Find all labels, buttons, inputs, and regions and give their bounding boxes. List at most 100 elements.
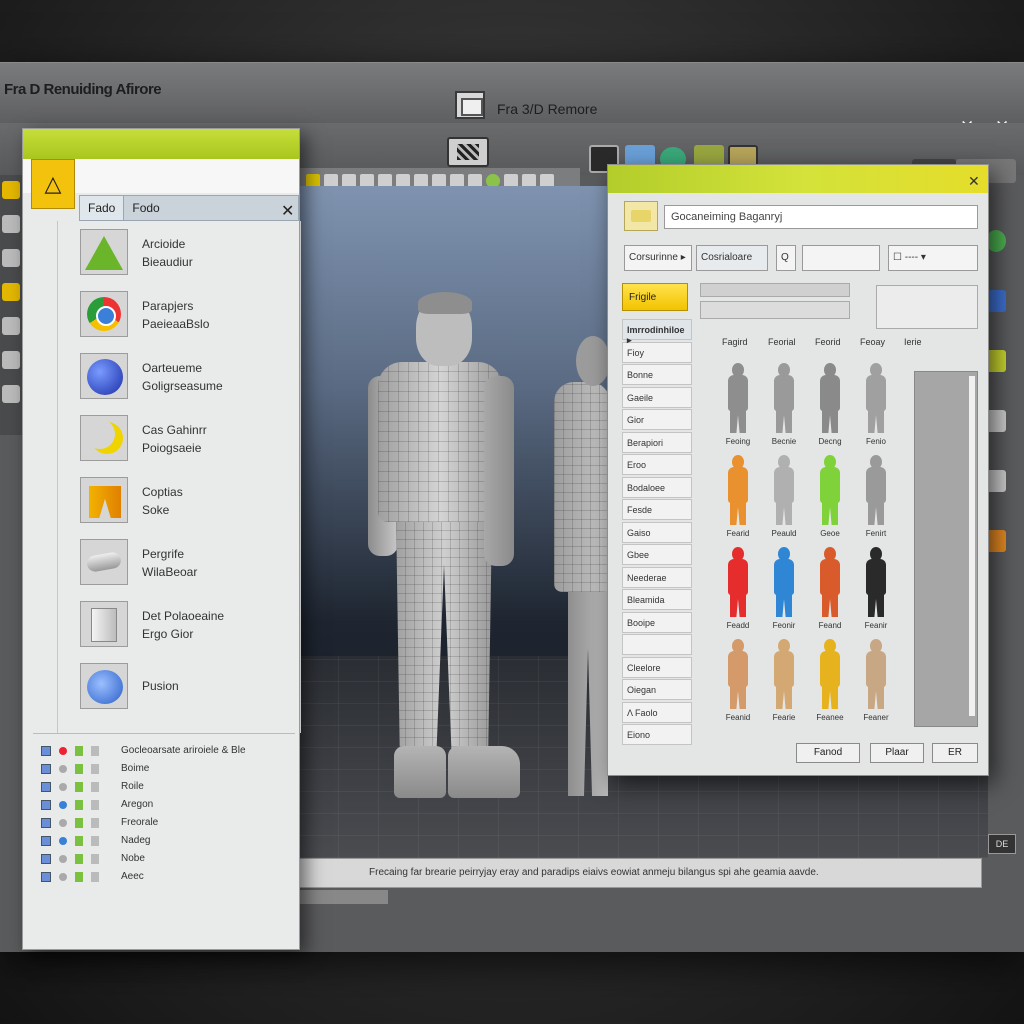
category-item[interactable] <box>622 634 692 655</box>
render-button[interactable] <box>447 137 489 167</box>
close-icon[interactable]: ✕ <box>281 201 294 221</box>
list-item[interactable]: Pergrife WilaBeoar <box>80 539 300 589</box>
category-item[interactable]: Neederae <box>622 566 692 588</box>
category-item[interactable]: Fesde <box>622 499 692 520</box>
globe-icon[interactable] <box>986 230 1006 252</box>
corner-button[interactable]: DE <box>988 834 1016 854</box>
scene-row[interactable]: Boime <box>37 761 299 779</box>
camera-icon[interactable] <box>2 317 20 335</box>
scene-row[interactable]: Nadeg <box>37 833 299 851</box>
character-thumbnail[interactable]: Geoe <box>810 455 850 543</box>
character-thumbnail[interactable]: Feaner <box>856 639 896 727</box>
character-thumbnail[interactable]: Feadd <box>718 547 758 635</box>
list-item[interactable]: Oarteueme Goligrseasume <box>80 353 300 403</box>
effect-icon[interactable] <box>986 530 1006 552</box>
lock-icon[interactable] <box>91 836 99 846</box>
category-item[interactable]: Berapiori <box>622 431 692 453</box>
visibility-icon[interactable] <box>75 818 83 828</box>
mesh-tool-icon[interactable] <box>2 351 20 369</box>
name-field[interactable] <box>700 283 850 297</box>
scene-row[interactable]: Gocleoarsate ariroiele & Ble <box>37 743 299 761</box>
tab-fado[interactable]: Fado <box>80 196 125 220</box>
scene-row[interactable]: Aregon <box>37 797 299 815</box>
dialog-title-bar[interactable] <box>608 165 988 193</box>
category-item[interactable]: Gbee <box>622 544 692 565</box>
graph-icon[interactable] <box>986 350 1006 372</box>
search-input[interactable] <box>664 205 978 229</box>
move-tool-icon[interactable] <box>2 181 20 199</box>
category-item[interactable]: Gior <box>622 409 692 430</box>
visibility-icon[interactable] <box>75 782 83 792</box>
panel-title-bar[interactable] <box>23 129 299 159</box>
visibility-icon[interactable] <box>75 854 83 864</box>
character-thumbnail[interactable]: Decng <box>810 363 850 451</box>
tag-field[interactable] <box>700 301 850 319</box>
category-item[interactable]: Oiegan <box>622 679 692 700</box>
character-thumbnail[interactable]: Becnie <box>764 363 804 451</box>
category-item[interactable]: Eiono <box>622 724 692 745</box>
lock-icon[interactable] <box>91 872 99 882</box>
landscape-icon[interactable] <box>986 290 1006 312</box>
list-item[interactable]: Cas Gahinrr Poiogsaeie <box>80 415 300 465</box>
timeline-strip[interactable] <box>298 890 388 904</box>
rotate-tool-icon[interactable] <box>2 215 20 233</box>
category-item[interactable]: Bleamida <box>622 589 692 610</box>
character-thumbnail[interactable]: Feonir <box>764 547 804 635</box>
list-item[interactable]: Arcioide Bieaudiur <box>80 229 300 279</box>
load-button[interactable]: Fanod <box>796 743 860 763</box>
visibility-icon[interactable] <box>75 836 83 846</box>
visibility-icon[interactable] <box>75 872 83 882</box>
character-thumbnail[interactable]: Feand <box>810 547 850 635</box>
lock-icon[interactable] <box>91 818 99 828</box>
lock-icon[interactable] <box>91 746 99 756</box>
scale-tool-icon[interactable] <box>2 249 20 267</box>
lock-icon[interactable] <box>91 782 99 792</box>
filter-dropdown[interactable]: ☐ ---- ▾ <box>888 245 978 271</box>
category-dropdown[interactable]: Corsurinne ▸ <box>624 245 692 271</box>
category-item[interactable]: Booipe <box>622 611 692 633</box>
character-thumbnail[interactable]: Feoing <box>718 363 758 451</box>
sort-dropdown[interactable]: Cosrialoare <box>696 245 768 271</box>
scene-row[interactable]: Nobe <box>37 851 299 869</box>
scene-row[interactable]: Roile <box>37 779 299 797</box>
scene-row[interactable]: Aeec <box>37 869 299 887</box>
lock-icon[interactable] <box>91 764 99 774</box>
category-item[interactable]: Gaeile <box>622 386 692 408</box>
cylinder-icon[interactable] <box>986 410 1006 432</box>
character-thumbnail[interactable]: Fenio <box>856 363 896 451</box>
character-thumbnail[interactable]: Feanir <box>856 547 896 635</box>
category-item[interactable]: Cleelore <box>622 656 692 678</box>
scene-row[interactable]: Freorale <box>37 815 299 833</box>
light-tool-icon[interactable] <box>2 283 20 301</box>
category-header[interactable]: Imrrodinhiloe ▸ <box>622 319 692 345</box>
category-item[interactable]: Λ Faolo <box>622 701 692 723</box>
lock-icon[interactable] <box>91 800 99 810</box>
character-thumbnail[interactable]: Fearid <box>718 455 758 543</box>
character-thumbnail[interactable]: Feanid <box>718 639 758 727</box>
category-item[interactable]: Bonne <box>622 364 692 385</box>
tab-fodo[interactable]: Fodo <box>124 196 167 220</box>
list-item[interactable]: Coptias Soke <box>80 477 300 527</box>
category-item[interactable]: Bodaloee <box>622 476 692 498</box>
lock-icon[interactable] <box>91 854 99 864</box>
list-item[interactable]: Det Polaoeaine Ergo Gior <box>80 601 300 651</box>
place-button[interactable]: Plaar <box>870 743 924 763</box>
close-icon[interactable]: ✕ <box>968 173 980 190</box>
visibility-icon[interactable] <box>75 764 83 774</box>
category-item[interactable]: Fioy <box>622 341 692 363</box>
search-icon[interactable]: Q <box>776 245 796 271</box>
character-thumbnail[interactable]: Fenirt <box>856 455 896 543</box>
ok-button[interactable]: ER <box>932 743 978 763</box>
brush-tool-icon[interactable] <box>2 385 20 403</box>
category-item[interactable]: Gaiso <box>622 521 692 543</box>
character-thumbnail[interactable]: Feanee <box>810 639 850 727</box>
scrollbar[interactable] <box>914 371 978 727</box>
character-thumbnail[interactable]: Fearie <box>764 639 804 727</box>
list-item[interactable]: Pusion <box>80 663 300 713</box>
selected-category-button[interactable]: Frigile <box>622 283 688 311</box>
slider-field[interactable] <box>802 245 880 271</box>
character-thumbnail[interactable]: Peauld <box>764 455 804 543</box>
list-item[interactable]: Parapjers PaeieaaBslo <box>80 291 300 341</box>
brush-icon[interactable] <box>986 470 1006 492</box>
category-item[interactable]: Eroo <box>622 454 692 475</box>
